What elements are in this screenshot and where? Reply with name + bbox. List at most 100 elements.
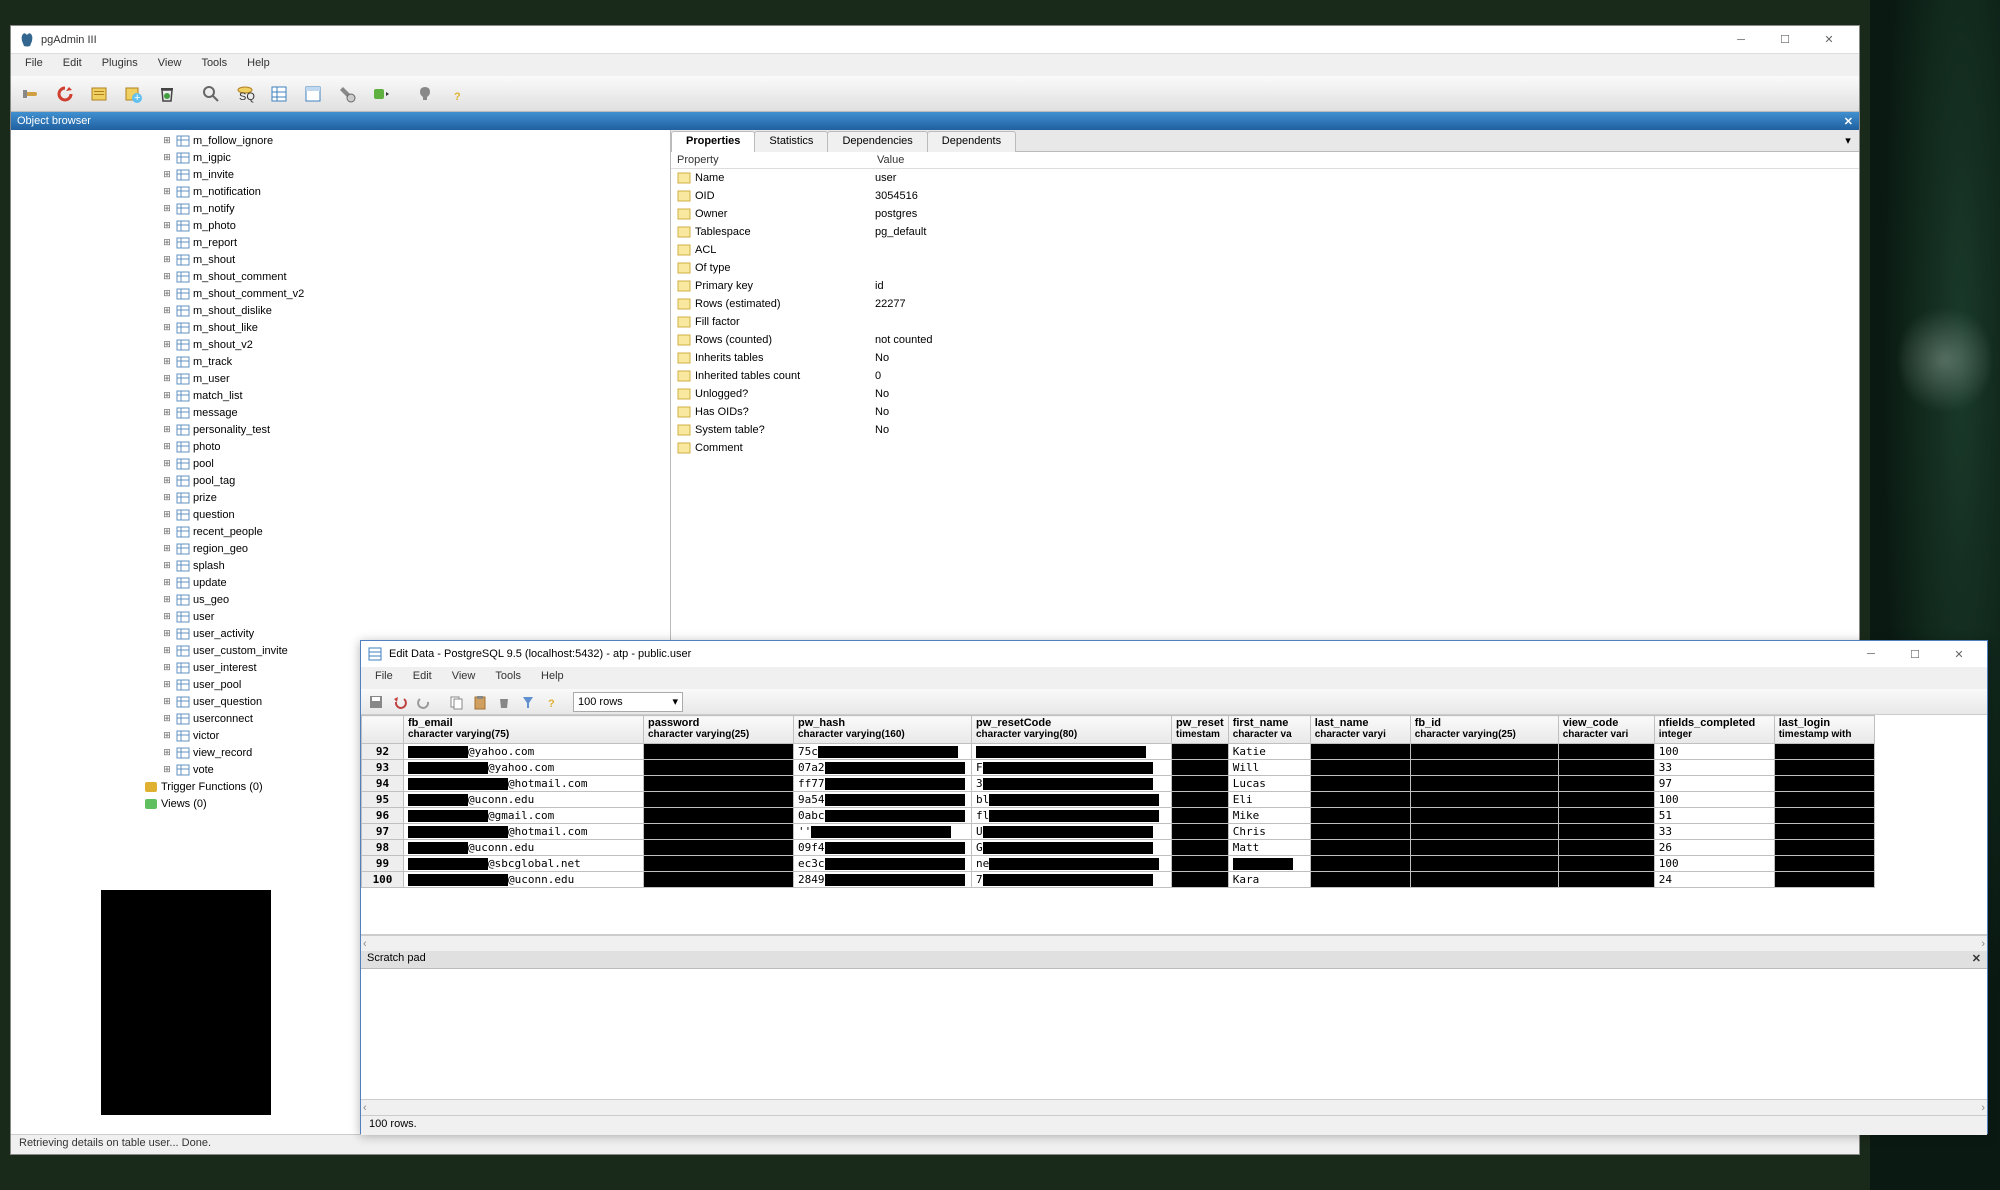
cell-pw-resetcode[interactable]: F <box>972 760 1172 776</box>
expand-icon[interactable]: ⊞ <box>161 186 173 197</box>
undo-icon[interactable] <box>389 691 411 713</box>
scratch-horizontal-scrollbar[interactable]: ‹› <box>361 1099 1987 1115</box>
cell-last-name[interactable] <box>1310 744 1410 760</box>
tree-item-table[interactable]: ⊞user <box>161 608 670 625</box>
cell-first-name[interactable]: Lucas <box>1228 776 1310 792</box>
tree-item-table[interactable]: ⊞m_shout_dislike <box>161 302 670 319</box>
tree-item-table[interactable]: ⊞photo <box>161 438 670 455</box>
tree-item-table[interactable]: ⊞m_follow_ignore <box>161 132 670 149</box>
cell-nfields[interactable]: 100 <box>1654 856 1774 872</box>
tree-item-table[interactable]: ⊞splash <box>161 557 670 574</box>
cell-pw-reset[interactable] <box>1172 824 1229 840</box>
tree-item-table[interactable]: ⊞region_geo <box>161 540 670 557</box>
save-icon[interactable] <box>365 691 387 713</box>
help-small-icon[interactable]: ? <box>541 691 563 713</box>
tree-item-table[interactable]: ⊞m_invite <box>161 166 670 183</box>
cell-last-login[interactable] <box>1774 824 1874 840</box>
cell-fb-email[interactable]: @gmail.com <box>404 808 644 824</box>
expand-icon[interactable]: ⊞ <box>161 594 173 605</box>
tree-item-table[interactable]: ⊞m_shout_comment_v2 <box>161 285 670 302</box>
row-number[interactable]: 94 <box>362 776 404 792</box>
row-number[interactable]: 98 <box>362 840 404 856</box>
maximize-button[interactable]: ☐ <box>1763 26 1807 54</box>
expand-icon[interactable]: ⊞ <box>161 679 173 690</box>
expand-icon[interactable]: ⊞ <box>161 611 173 622</box>
cell-fb-email[interactable]: @hotmail.com <box>404 776 644 792</box>
cell-nfields[interactable]: 100 <box>1654 744 1774 760</box>
cell-nfields[interactable]: 26 <box>1654 840 1774 856</box>
column-header[interactable]: passwordcharacter varying(25) <box>644 716 794 744</box>
tree-item-table[interactable]: ⊞m_notification <box>161 183 670 200</box>
expand-icon[interactable]: ⊞ <box>161 203 173 214</box>
row-number[interactable]: 92 <box>362 744 404 760</box>
filter-icon[interactable] <box>297 79 329 109</box>
tree-item-table[interactable]: ⊞pool <box>161 455 670 472</box>
cell-first-name[interactable]: Kara <box>1228 872 1310 888</box>
expand-icon[interactable]: ⊞ <box>161 254 173 265</box>
grid-horizontal-scrollbar[interactable]: ‹› <box>361 935 1987 951</box>
rows-limit-select[interactable]: 100 rows ▾ <box>573 692 683 712</box>
cell-first-name[interactable]: Will <box>1228 760 1310 776</box>
cell-view-code[interactable] <box>1558 808 1654 824</box>
properties-icon[interactable] <box>83 79 115 109</box>
tree-item-table[interactable]: ⊞prize <box>161 489 670 506</box>
column-header[interactable]: last_namecharacter varyi <box>1310 716 1410 744</box>
row-number[interactable]: 95 <box>362 792 404 808</box>
cell-pw-resetcode[interactable]: 3 <box>972 776 1172 792</box>
cell-last-name[interactable] <box>1310 776 1410 792</box>
tree-item-table[interactable]: ⊞pool_tag <box>161 472 670 489</box>
column-header[interactable]: first_namecharacter va <box>1228 716 1310 744</box>
paste-icon[interactable] <box>469 691 491 713</box>
cell-password[interactable] <box>644 792 794 808</box>
menu-help[interactable]: Help <box>237 54 280 76</box>
expand-icon[interactable]: ⊞ <box>161 373 173 384</box>
expand-icon[interactable]: ⊞ <box>161 475 173 486</box>
edit-menu-tools[interactable]: Tools <box>485 667 531 689</box>
drop-icon[interactable] <box>151 79 183 109</box>
cell-pw-hash[interactable]: 2849 <box>794 872 972 888</box>
column-header[interactable]: fb_idcharacter varying(25) <box>1410 716 1558 744</box>
cell-fb-email[interactable]: @hotmail.com <box>404 824 644 840</box>
expand-icon[interactable]: ⊞ <box>161 645 173 656</box>
expand-icon[interactable]: ⊞ <box>161 237 173 248</box>
expand-icon[interactable]: ⊞ <box>161 543 173 554</box>
cell-pw-reset[interactable] <box>1172 840 1229 856</box>
sql-query-icon[interactable]: SQL <box>229 79 261 109</box>
column-header[interactable]: nfields_completedinteger <box>1654 716 1774 744</box>
cell-view-code[interactable] <box>1558 776 1654 792</box>
expand-icon[interactable]: ⊞ <box>161 356 173 367</box>
cell-fb-id[interactable] <box>1410 744 1558 760</box>
expand-icon[interactable]: ⊞ <box>161 322 173 333</box>
cell-last-name[interactable] <box>1310 792 1410 808</box>
cell-fb-id[interactable] <box>1410 792 1558 808</box>
cell-last-login[interactable] <box>1774 760 1874 776</box>
edit-menu-file[interactable]: File <box>365 667 403 689</box>
cell-first-name[interactable]: Chris <box>1228 824 1310 840</box>
hint-icon[interactable] <box>409 79 441 109</box>
connect-icon[interactable] <box>15 79 47 109</box>
expand-icon[interactable]: ⊞ <box>161 271 173 282</box>
cell-fb-email[interactable]: @yahoo.com <box>404 744 644 760</box>
edit-menu-edit[interactable]: Edit <box>403 667 442 689</box>
tree-item-table[interactable]: ⊞m_shout_comment <box>161 268 670 285</box>
expand-icon[interactable]: ⊞ <box>161 339 173 350</box>
expand-icon[interactable]: ⊞ <box>161 135 173 146</box>
cell-password[interactable] <box>644 824 794 840</box>
cell-pw-reset[interactable] <box>1172 760 1229 776</box>
data-grid[interactable]: fb_emailcharacter varying(75)passwordcha… <box>361 715 1987 935</box>
row-number[interactable]: 100 <box>362 872 404 888</box>
cell-pw-resetcode[interactable]: fl <box>972 808 1172 824</box>
cell-last-name[interactable] <box>1310 824 1410 840</box>
cell-pw-resetcode[interactable]: U <box>972 824 1172 840</box>
cell-last-login[interactable] <box>1774 872 1874 888</box>
tree-item-table[interactable]: ⊞update <box>161 574 670 591</box>
cell-pw-resetcode[interactable] <box>972 744 1172 760</box>
cell-pw-hash[interactable]: 07a2 <box>794 760 972 776</box>
tree-item-table[interactable]: ⊞message <box>161 404 670 421</box>
cell-pw-hash[interactable]: 9a54 <box>794 792 972 808</box>
column-header[interactable]: pw_hashcharacter varying(160) <box>794 716 972 744</box>
cell-last-login[interactable] <box>1774 840 1874 856</box>
cell-pw-hash[interactable]: '' <box>794 824 972 840</box>
cell-pw-reset[interactable] <box>1172 792 1229 808</box>
expand-icon[interactable]: ⊞ <box>161 764 173 775</box>
